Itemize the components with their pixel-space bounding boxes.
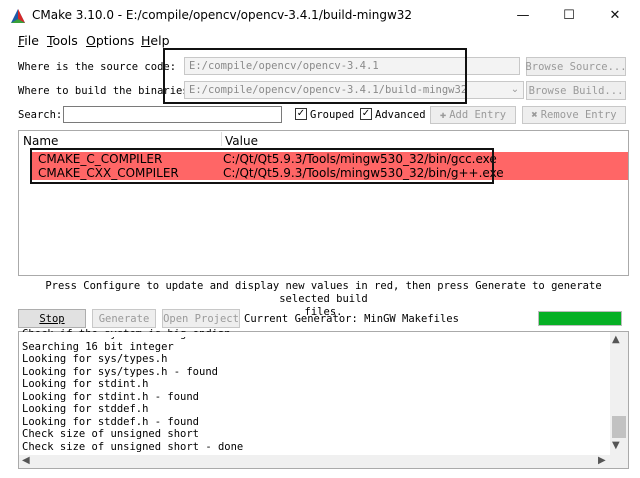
column-header-value[interactable]: Value <box>225 134 258 148</box>
browse-source-button[interactable]: Browse Source... <box>525 57 627 76</box>
status-message-line1: Press Configure to update and display ne… <box>45 280 602 305</box>
menu-file[interactable]: File <box>18 33 39 48</box>
grouped-checkbox[interactable]: ✓ <box>295 108 307 120</box>
remove-entry-button[interactable]: ✖ Remove Entry <box>522 106 626 124</box>
arrow-down-icon[interactable]: ▼ <box>612 440 620 451</box>
progress-bar <box>538 311 622 326</box>
log-line: Looking for sys/types.h - found <box>22 366 218 378</box>
chevron-down-icon[interactable]: ⌄ <box>508 82 522 98</box>
search-input[interactable] <box>63 106 282 123</box>
browse-build-button[interactable]: Browse Build... <box>526 81 626 100</box>
arrow-right-icon[interactable]: ▶ <box>598 455 606 466</box>
generate-button[interactable]: Generate <box>92 309 156 328</box>
stop-button[interactable]: Stop <box>18 309 86 328</box>
open-project-button[interactable]: Open Project <box>162 309 240 328</box>
remove-icon: ✖ <box>531 109 538 121</box>
add-entry-button[interactable]: ✚ Add Entry <box>430 106 516 124</box>
menu-tools[interactable]: Tools <box>47 33 78 48</box>
log-line: Looking for stddef.h <box>22 403 149 415</box>
arrow-left-icon[interactable]: ◀ <box>22 455 30 466</box>
log-clip <box>19 332 609 337</box>
advanced-checkbox[interactable]: ✓ <box>360 108 372 120</box>
window-title: CMake 3.10.0 - E:/compile/opencv/opencv-… <box>32 8 413 22</box>
log-line: Looking for stdint.h - found <box>22 391 200 403</box>
grouped-label: Grouped <box>310 109 355 121</box>
log-line: Check size of unsigned short - done <box>22 441 244 453</box>
advanced-label: Advanced <box>375 109 426 121</box>
search-label: Search: <box>18 109 63 121</box>
column-divider <box>221 132 222 146</box>
minimize-button[interactable]: — <box>500 0 546 31</box>
scrollbar-thumb[interactable] <box>612 416 626 438</box>
log-line: Check size of unsigned short <box>22 428 200 440</box>
log-line: Looking for sys/types.h <box>22 353 168 365</box>
current-generator: Current Generator: MinGW Makefiles <box>244 313 459 325</box>
log-line: Looking for stdint.h <box>22 378 149 390</box>
log-line: Looking for stddef.h - found <box>22 416 200 428</box>
annotation-highlight-paths <box>163 48 467 104</box>
menu-help[interactable]: Help <box>141 33 170 48</box>
maximize-button[interactable]: ☐ <box>546 0 592 31</box>
menu-options[interactable]: Options <box>86 33 134 48</box>
log-line: Searching 16 bit integer <box>22 341 174 353</box>
close-button[interactable]: ✕ <box>592 0 638 31</box>
annotation-highlight-rows <box>30 148 494 184</box>
scroll-corner <box>610 455 628 468</box>
plus-icon: ✚ <box>439 109 447 121</box>
column-header-name[interactable]: Name <box>23 134 58 148</box>
horizontal-scrollbar[interactable] <box>19 455 610 468</box>
arrow-up-icon[interactable]: ▲ <box>612 334 620 345</box>
source-label: Where is the source code: <box>18 61 177 73</box>
cmake-triangle-icon <box>11 9 25 23</box>
